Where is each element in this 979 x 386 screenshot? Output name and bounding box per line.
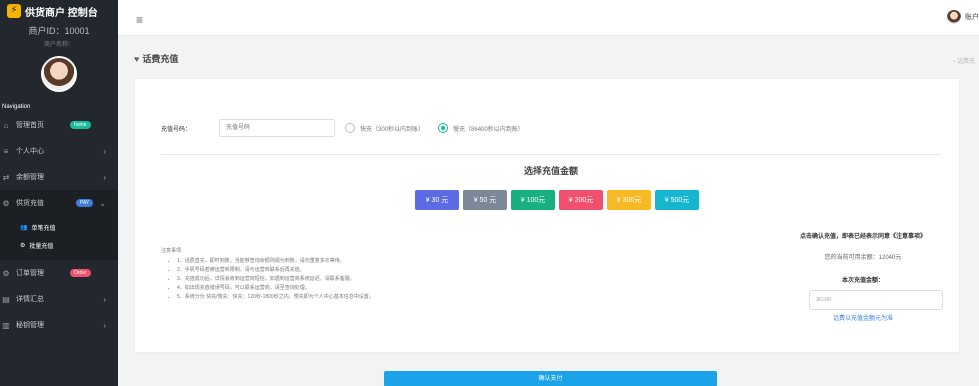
exchange-icon: ⇄ — [2, 172, 10, 182]
sidebar-item-label: 供货充值 — [16, 200, 44, 207]
amount-section-title: 选择充值金额 — [523, 166, 578, 176]
chevron-right-icon: › — [103, 294, 106, 304]
home-icon: ⌂ — [3, 120, 9, 130]
menu-icon[interactable]: ≡ — [136, 13, 143, 27]
radio-dot[interactable] — [345, 123, 355, 133]
nav-title: Navigation — [2, 104, 31, 110]
chevron-down-icon: ⌄ — [99, 198, 106, 208]
amount-button-50[interactable]: ¥ 50 元 — [463, 190, 507, 210]
page-title: ♥ 话费充值 — [134, 54, 179, 64]
amount-input[interactable] — [809, 290, 943, 310]
list-item: 3、充值成功后，详情会收到运营商短信，如遇到运营商系统延迟，请联系客服。 — [177, 276, 374, 282]
sidebar-item-label: 余额管理 — [16, 174, 44, 181]
sidebar-item-orders[interactable]: ⚙ 订单管理 Order — [0, 260, 118, 286]
gear-icon: ⚙ — [2, 198, 10, 208]
amount-button-300[interactable]: ¥ 300元 — [607, 190, 651, 210]
topbar: ≡ 账户 — [118, 0, 979, 36]
radio-fast[interactable]: 快充（300秒以内到账） — [345, 123, 424, 133]
book-icon: ▥ — [2, 320, 10, 330]
sidebar-item-profile[interactable]: ≡ 个人中心 › — [0, 138, 118, 164]
notes: 注意事项 1、话费直充，即时到账，当能够查询余额则视为到账，请勿重复多次等待。 … — [161, 247, 374, 303]
sidebar-item-label: 管理首页 — [16, 122, 44, 129]
list-item: 2、手机号码若被运营商限制，请与运营商联系后再充值。 — [177, 267, 374, 273]
avatar — [947, 10, 961, 24]
order-badge: Order — [70, 269, 91, 277]
summary-panel: 点击确认充值，即表已经表示同意《注意事项》 您的当前可用余额：12040元 本次… — [773, 231, 953, 322]
brand[interactable]: ⚡ 供货商户 控制台 — [0, 0, 118, 22]
submit-button[interactable]: 确认支付 — [384, 371, 717, 386]
chevron-right-icon: › — [103, 172, 106, 182]
account-label: 账户 — [965, 14, 979, 21]
confirm-text: 点击确认充值，即表已经表示同意《注意事项》 — [799, 234, 926, 240]
amount-button-100[interactable]: ¥ 100元 — [511, 190, 555, 210]
amount-hint: 话费以充值金额元为准 — [832, 316, 893, 322]
account-menu[interactable]: 账户 — [947, 10, 979, 24]
radio-label: 慢充（86400秒以内到账） — [453, 126, 524, 133]
notes-list: 1、话费直充，即时到账，当能够查询余额则视为到账，请勿重复多次等待。 2、手机号… — [161, 258, 374, 300]
sidebar-item-label: 详情汇总 — [16, 296, 44, 303]
sidebar-item-label: 个人中心 — [16, 148, 44, 155]
page-header: ♥ 话费充值 › 话费充 — [118, 36, 979, 78]
breadcrumb[interactable]: › 话费充 — [953, 56, 975, 65]
sidebar-item-home[interactable]: ⌂ 管理首页 home — [0, 112, 118, 138]
avatar[interactable] — [41, 56, 77, 92]
merchant-name: 商户名称： — [43, 42, 74, 48]
notes-title: 注意事项 — [161, 248, 182, 254]
sidebar-item-summary[interactable]: ▤ 详情汇总 › — [0, 286, 118, 312]
chevron-right-icon: › — [103, 146, 106, 156]
subnav-recharge: 👥 单笔充值 ⚙ 批量充值 — [0, 216, 118, 260]
balance-text: 您的当前可用余额：12040元 — [824, 255, 902, 261]
sidebar-subitem-batch[interactable]: ⚙ 批量充值 — [0, 236, 118, 254]
divider — [161, 154, 941, 155]
list-item: 4、如出现充值错误号码，可以联系运营商，请至查询处理。 — [177, 285, 374, 291]
gear-icon: ⚙ — [2, 268, 10, 278]
sidebar-item-label: 秘钥管理 — [16, 322, 44, 329]
gear-icon: ⚙ — [20, 242, 26, 249]
heart-icon: ♥ — [134, 54, 140, 64]
radio-slow[interactable]: 慢充（86400秒以内到账） — [438, 123, 524, 133]
sidebar-subitem-label: 批量充值 — [29, 243, 54, 250]
amount-button-200[interactable]: ¥ 200元 — [559, 190, 603, 210]
phone-label: 充值号码： — [161, 126, 192, 133]
doc-icon: ▤ — [2, 294, 10, 304]
sidebar-item-balance[interactable]: ⇄ 余额管理 › — [0, 164, 118, 190]
sidebar-subitem-label: 单笔充值 — [31, 225, 56, 232]
recharge-card: 充值号码： 快充（300秒以内到账） 慢充（86400秒以内到账） 选择充值金额… — [134, 78, 960, 353]
sidebar-item-keys[interactable]: ▥ 秘钥管理 › — [0, 312, 118, 338]
amount-options: ¥ 30 元 ¥ 50 元 ¥ 100元 ¥ 200元 ¥ 300元 ¥ 500… — [415, 190, 699, 210]
phone-row: 充值号码： 快充（300秒以内到账） 慢充（86400秒以内到账） — [161, 119, 524, 137]
chevron-right-icon: › — [103, 320, 106, 330]
phone-input[interactable] — [219, 119, 335, 137]
sidebar: ⚡ 供货商户 控制台 商户ID：10001 商户名称： Navigation ⌂… — [0, 0, 118, 386]
users-icon: 👥 — [20, 224, 28, 231]
home-badge: home — [70, 121, 91, 129]
sidebar-item-label: 订单管理 — [16, 270, 44, 277]
sidebar-item-recharge[interactable]: ⚙ 供货充值 PAY ⌄ — [0, 190, 118, 216]
list-item: 1、话费直充，即时到账，当能够查询余额则视为到账，请勿重复多次等待。 — [177, 258, 374, 264]
sidebar-subitem-single[interactable]: 👥 单笔充值 — [0, 218, 118, 236]
amount-button-30[interactable]: ¥ 30 元 — [415, 190, 459, 210]
radio-dot[interactable] — [438, 123, 449, 133]
merchant-id: 商户ID：10001 — [28, 26, 90, 36]
pay-badge: PAY — [76, 199, 94, 207]
radio-label: 快充（300秒以内到账） — [360, 126, 425, 133]
amount-button-500[interactable]: ¥ 500元 — [655, 190, 699, 210]
amount-label: 本次充值金额： — [841, 278, 884, 284]
list-icon: ≡ — [3, 146, 9, 156]
lightning-icon: ⚡ — [7, 4, 21, 18]
brand-title: 供货商户 控制台 — [25, 7, 98, 19]
list-item: 5、系统分为 快充/慢充：快充：120秒-1800秒之内，慢充即为个人中心基本信… — [177, 294, 374, 300]
